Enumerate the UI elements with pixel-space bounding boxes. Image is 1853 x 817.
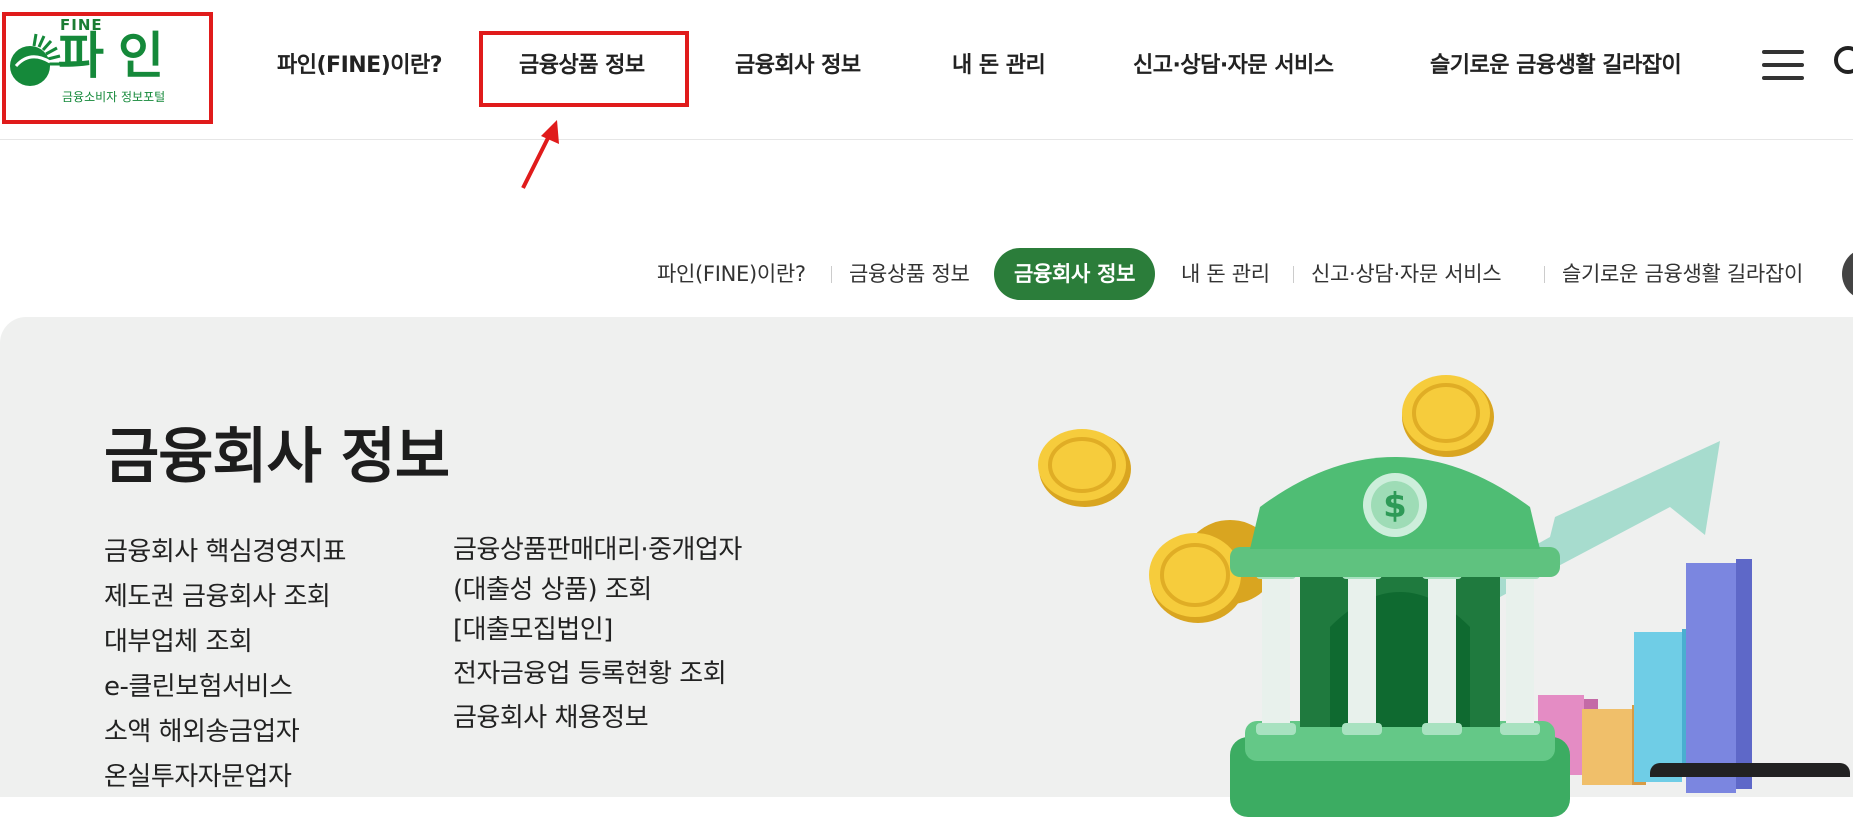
subnav-item-company-info[interactable]: 금융회사 정보 [994, 248, 1156, 300]
menu-link[interactable]: (대출성 상품) 조회 [453, 570, 742, 610]
gnb-item-finance-guide[interactable]: 슬기로운 금융생활 길라잡이 [1430, 48, 1682, 84]
subnav-item-product-info[interactable]: 금융상품 정보 [849, 248, 970, 300]
company-menu-column-2: 금융상품판매대리·중개업자 (대출성 상품) 조회 [대출모집법인] 전자금융업… [453, 530, 742, 738]
subnav-divider [1544, 266, 1545, 283]
top-header: FINE 파인 금융소비자 정보포털 파인(FINE)이란? 금융상품 정보 금… [0, 0, 1853, 140]
bank-with-coins-and-chart-illustration: $ [1038, 375, 1752, 817]
subnav-divider [1293, 266, 1294, 283]
gnb-item-my-money[interactable]: 내 돈 관리 [952, 48, 1046, 84]
fine-logo[interactable]: FINE 파인 금융소비자 정보포털 [4, 6, 204, 106]
subnav-item-finance-guide[interactable]: 슬기로운 금융생활 길라잡이 [1562, 248, 1803, 300]
gnb-item-report-consult[interactable]: 신고·상담·자문 서비스 [1133, 48, 1334, 84]
gnb-item-about-fine[interactable]: 파인(FINE)이란? [277, 48, 443, 84]
company-menu-column-1: 금융회사 핵심경영지표 제도권 금융회사 조회 대부업체 조회 e-클린보험서비… [104, 530, 346, 800]
menu-link[interactable]: 온실투자자문업자 [104, 755, 346, 800]
menu-link[interactable]: 금융회사 핵심경영지표 [104, 530, 346, 575]
subnav-item-report-consult[interactable]: 신고·상담·자문 서비스 [1311, 248, 1502, 300]
subnav-divider [831, 266, 832, 283]
menu-link[interactable]: 대부업체 조회 [104, 620, 346, 665]
logo-main-text: 파인 [58, 27, 178, 85]
subnav-item-my-money[interactable]: 내 돈 관리 [1181, 248, 1270, 300]
product-info-highlight-box [479, 31, 689, 107]
subnav-item-about-fine[interactable]: 파인(FINE)이란? [657, 248, 806, 300]
hero-panel: 금융회사 정보 금융회사 핵심경영지표 제도권 금융회사 조회 대부업체 조회 … [0, 317, 1853, 817]
menu-link[interactable]: 제도권 금융회사 조회 [104, 575, 346, 620]
svg-text:$: $ [1383, 486, 1407, 526]
subnav-scroll-button[interactable] [1842, 248, 1853, 300]
menu-link[interactable]: e-클린보험서비스 [104, 665, 346, 710]
search-icon[interactable] [1832, 44, 1853, 84]
page-title: 금융회사 정보 [104, 422, 450, 492]
red-arrow-icon [521, 120, 559, 189]
gnb-item-company-info[interactable]: 금융회사 정보 [735, 48, 861, 84]
hamburger-icon[interactable] [1762, 50, 1804, 82]
menu-link[interactable]: 소액 해외송금업자 [104, 710, 346, 755]
menu-link[interactable]: 금융상품판매대리·중개업자 [453, 530, 742, 570]
menu-link[interactable]: 금융회사 채용정보 [453, 698, 742, 738]
logo-sun-icon [10, 33, 61, 86]
menu-link[interactable]: 전자금융업 등록현황 조회 [453, 650, 742, 698]
menu-link[interactable]: [대출모집법인] [453, 610, 742, 650]
floating-tab[interactable] [1650, 763, 1850, 777]
logo-subtitle: 금융소비자 정보포털 [62, 90, 166, 104]
